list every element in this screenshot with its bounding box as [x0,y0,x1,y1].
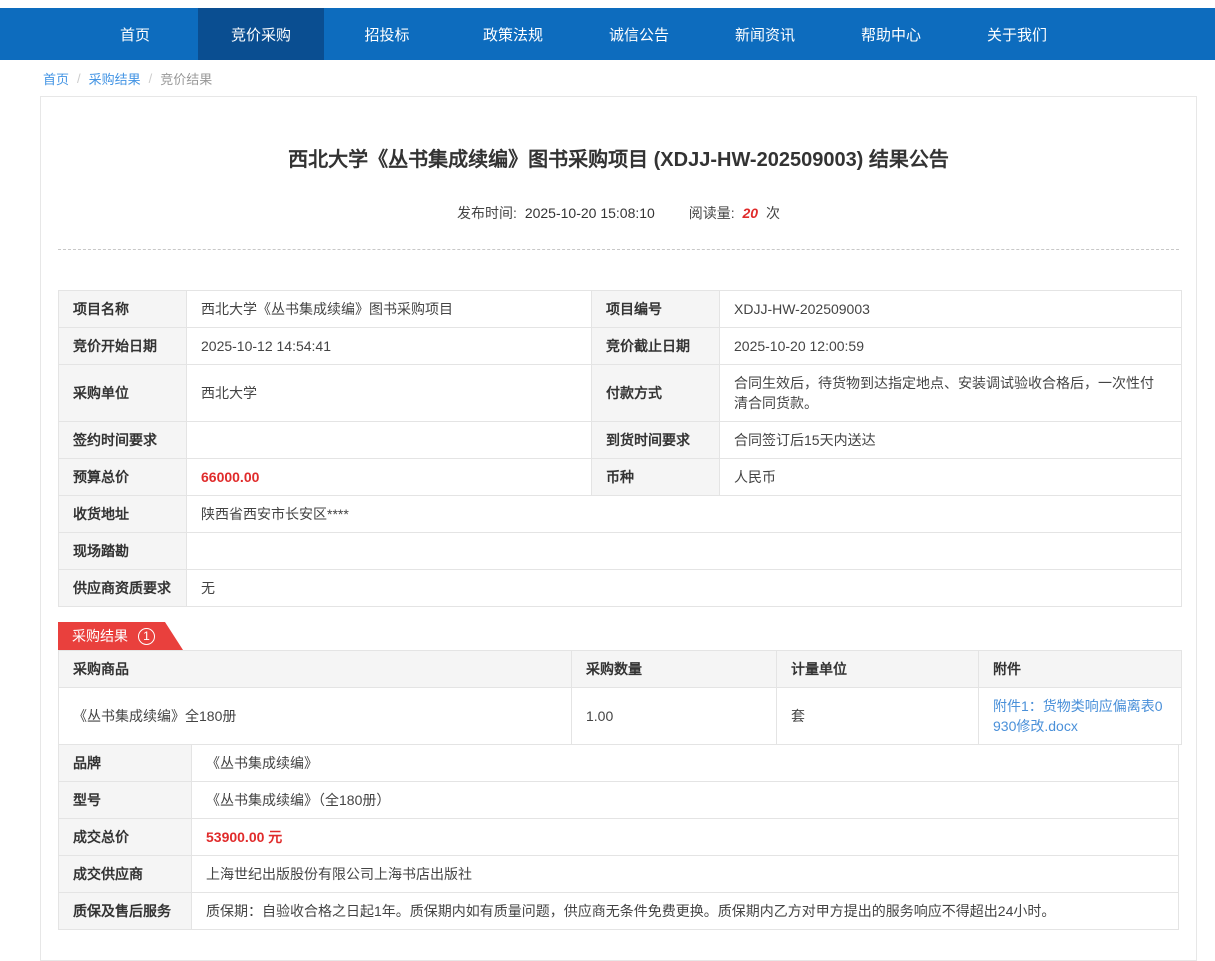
column-header-quantity: 采购数量 [572,651,777,688]
publish-time: 发布时间: 2025-10-20 15:08:10 [457,205,659,221]
project-info-table: 项目名称 西北大学《丛书集成续编》图书采购项目 项目编号 XDJJ-HW-202… [58,290,1182,607]
nav-item-integrity-notice[interactable]: 诚信公告 [576,8,702,60]
table-row: 《丛书集成续编》全180册 1.00 套 附件1：货物类响应偏离表0930修改.… [59,688,1182,745]
badge-label: 采购结果 [72,626,128,646]
table-row: 竞价开始日期 2025-10-12 14:54:41 竞价截止日期 2025-1… [59,328,1182,365]
field-value: 合同签订后15天内送达 [720,422,1182,459]
announcement-card: 西北大学《丛书集成续编》图书采购项目 (XDJJ-HW-202509003) 结… [40,96,1197,961]
field-label: 竞价截止日期 [592,328,720,365]
page-title: 西北大学《丛书集成续编》图书采购项目 (XDJJ-HW-202509003) 结… [58,143,1179,172]
article-meta: 发布时间: 2025-10-20 15:08:10 阅读量: 20 次 [58,203,1179,223]
nav-item-bidding-procurement[interactable]: 竞价采购 [198,8,324,60]
field-value: 2025-10-20 12:00:59 [720,328,1182,365]
field-value: 质保期：自验收合格之日起1年。质保期内如有质量问题，供应商无条件免费更换。质保期… [192,893,1179,930]
field-label: 签约时间要求 [59,422,187,459]
table-row: 预算总价 66000.00 币种 人民币 [59,459,1182,496]
field-label: 成交总价 [59,819,192,856]
nav-item-home[interactable]: 首页 [72,8,198,60]
top-navigation-bar: 首页 竞价采购 招投标 政策法规 诚信公告 新闻资讯 帮助中心 关于我们 [0,8,1215,60]
result-detail-table: 品牌 《丛书集成续编》 型号 《丛书集成续编》（全180册） 成交总价 5390… [58,744,1179,930]
field-value: 《丛书集成续编》（全180册） [192,782,1179,819]
field-label: 供应商资质要求 [59,570,187,607]
column-header-attachment: 附件 [979,651,1182,688]
field-label: 币种 [592,459,720,496]
table-row: 现场踏勘 [59,533,1182,570]
field-value: 2025-10-12 14:54:41 [187,328,592,365]
table-row: 品牌 《丛书集成续编》 [59,745,1179,782]
nav-item-tendering[interactable]: 招投标 [324,8,450,60]
view-count-number: 20 [742,205,758,221]
field-label: 成交供应商 [59,856,192,893]
dashed-divider [58,249,1179,250]
breadcrumb-home-link[interactable]: 首页 [43,69,69,88]
badge-count: 1 [138,628,155,645]
table-header-row: 采购商品 采购数量 计量单位 附件 [59,651,1182,688]
field-value: 《丛书集成续编》 [192,745,1179,782]
field-label: 竞价开始日期 [59,328,187,365]
table-row: 收货地址 陕西省西安市长安区**** [59,496,1182,533]
table-row: 型号 《丛书集成续编》（全180册） [59,782,1179,819]
table-row: 成交总价 53900.00 元 [59,819,1179,856]
table-row: 项目名称 西北大学《丛书集成续编》图书采购项目 项目编号 XDJJ-HW-202… [59,291,1182,328]
deal-total-price: 53900.00 元 [192,819,1179,856]
field-value: 无 [187,570,1182,607]
field-value: 西北大学《丛书集成续编》图书采购项目 [187,291,592,328]
field-value [187,533,1182,570]
breadcrumb-separator: / [149,71,153,86]
field-label: 项目编号 [592,291,720,328]
field-label: 预算总价 [59,459,187,496]
result-product-table: 采购商品 采购数量 计量单位 附件 《丛书集成续编》全180册 1.00 套 附… [58,650,1182,745]
breadcrumb-section-link[interactable]: 采购结果 [89,69,141,88]
product-unit: 套 [777,688,979,745]
field-value: 合同生效后，待货物到达指定地点、安装调试验收合格后，一次性付清合同货款。 [720,365,1182,422]
field-value: XDJJ-HW-202509003 [720,291,1182,328]
table-row: 供应商资质要求 无 [59,570,1182,607]
nav-item-news[interactable]: 新闻资讯 [702,8,828,60]
column-header-unit: 计量单位 [777,651,979,688]
field-label: 现场踏勘 [59,533,187,570]
nav-item-about-us[interactable]: 关于我们 [954,8,1080,60]
table-row: 质保及售后服务 质保期：自验收合格之日起1年。质保期内如有质量问题，供应商无条件… [59,893,1179,930]
field-value [187,422,592,459]
table-row: 采购单位 西北大学 付款方式 合同生效后，待货物到达指定地点、安装调试验收合格后… [59,365,1182,422]
view-count: 阅读量: 20 次 [689,205,780,221]
breadcrumb-separator: / [77,71,81,86]
product-name: 《丛书集成续编》全180册 [59,688,572,745]
field-label: 品牌 [59,745,192,782]
field-value: 上海世纪出版股份有限公司上海书店出版社 [192,856,1179,893]
attachment-link[interactable]: 附件1：货物类响应偏离表0930修改.docx [993,698,1163,734]
budget-total-price: 66000.00 [187,459,592,496]
field-value: 西北大学 [187,365,592,422]
field-label: 付款方式 [592,365,720,422]
field-label: 质保及售后服务 [59,893,192,930]
table-row: 签约时间要求 到货时间要求 合同签订后15天内送达 [59,422,1182,459]
column-header-product: 采购商品 [59,651,572,688]
nav-item-policies[interactable]: 政策法规 [450,8,576,60]
breadcrumb-current: 竞价结果 [160,69,212,88]
field-value: 人民币 [720,459,1182,496]
field-label: 型号 [59,782,192,819]
breadcrumb: 首页 / 采购结果 / 竞价结果 [0,60,1215,96]
nav-item-help-center[interactable]: 帮助中心 [828,8,954,60]
product-attachment-cell: 附件1：货物类响应偏离表0930修改.docx [979,688,1182,745]
table-row: 成交供应商 上海世纪出版股份有限公司上海书店出版社 [59,856,1179,893]
procurement-result-badge: 采购结果 1 [58,622,183,650]
field-value: 陕西省西安市长安区**** [187,496,1182,533]
field-label: 到货时间要求 [592,422,720,459]
field-label: 采购单位 [59,365,187,422]
field-label: 项目名称 [59,291,187,328]
field-label: 收货地址 [59,496,187,533]
product-quantity: 1.00 [572,688,777,745]
